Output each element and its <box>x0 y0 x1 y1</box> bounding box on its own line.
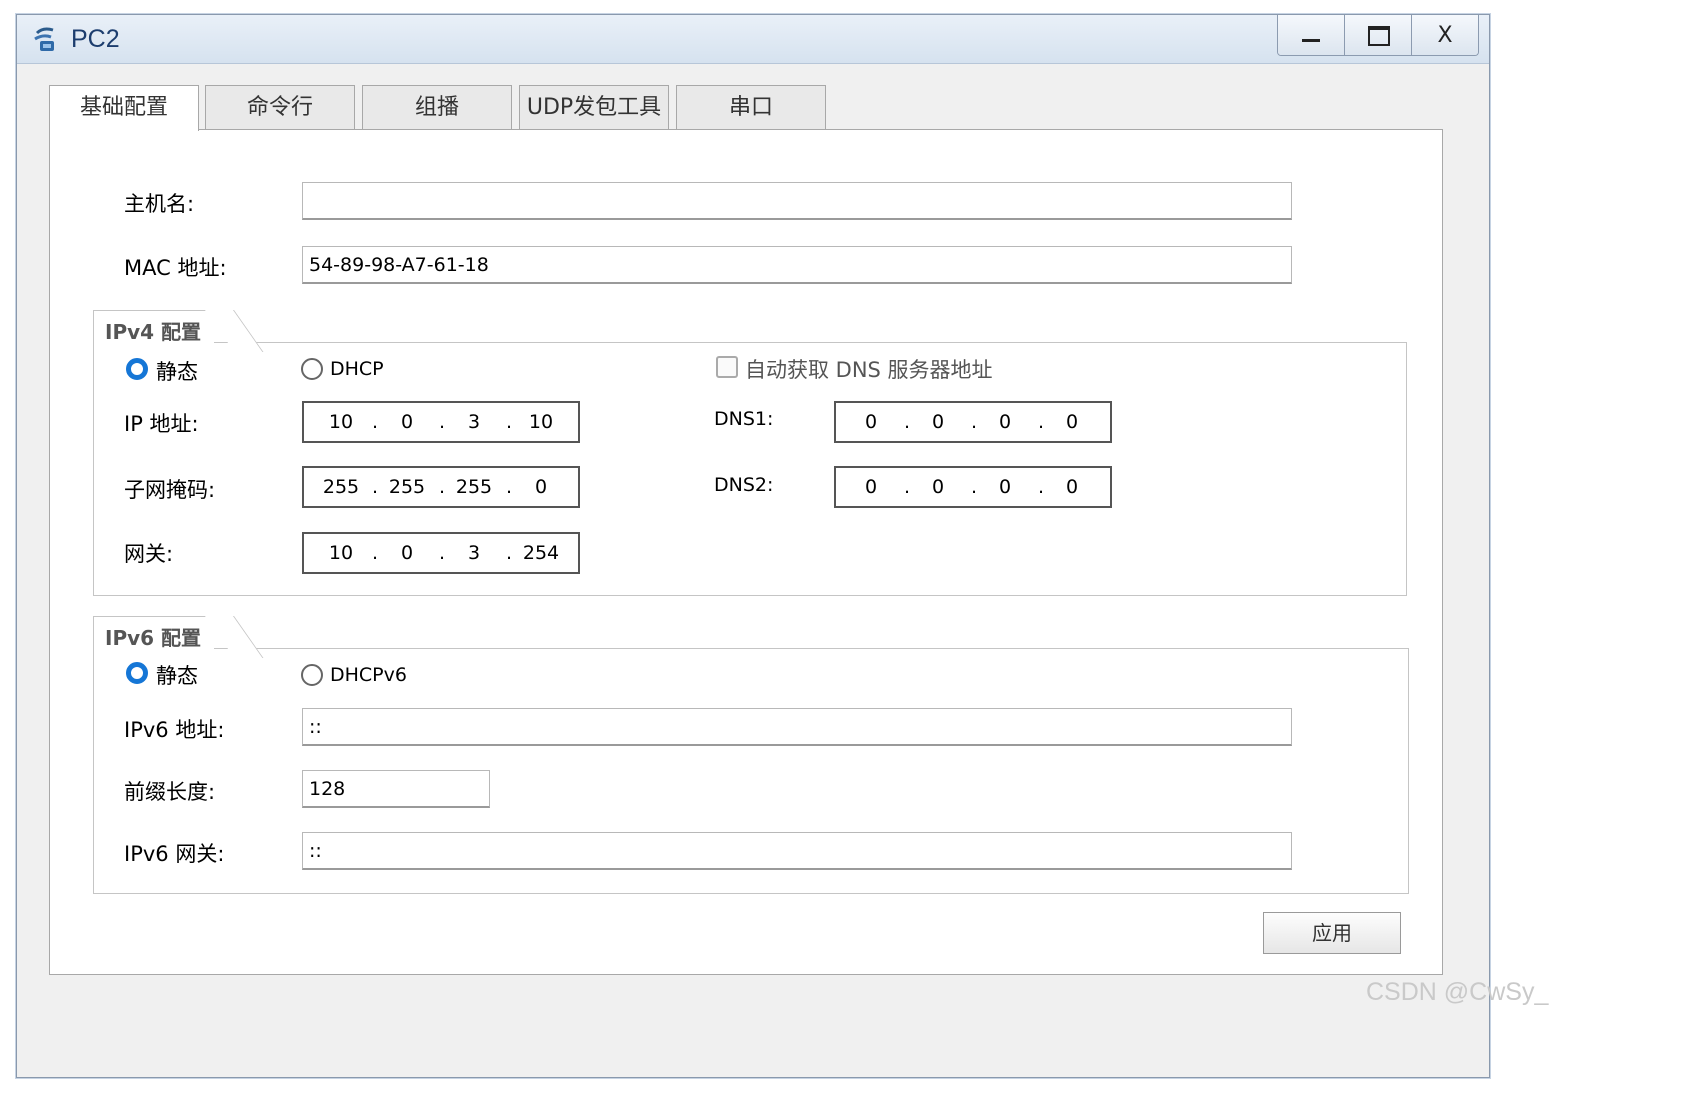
gateway-octet: 254 <box>522 542 560 564</box>
dns1-octet: 0 <box>998 411 1012 433</box>
mask-dot: . <box>438 476 446 498</box>
gateway-dot: . <box>438 542 446 564</box>
ip-dot: . <box>505 411 513 433</box>
hostname-input[interactable] <box>302 182 1292 220</box>
ipv6-address-label: IPv6 地址: <box>124 718 225 742</box>
close-icon: X <box>1437 23 1453 48</box>
ip-octet: 10 <box>328 411 354 433</box>
dns2-dot: . <box>1037 476 1045 498</box>
ipv6-gateway-label: IPv6 网关: <box>124 842 225 866</box>
gateway-octet: 10 <box>328 542 354 564</box>
mac-label: MAC 地址: <box>124 256 227 280</box>
ipv6-static-label: 静态 <box>156 664 198 688</box>
gateway-octet: 0 <box>400 542 414 564</box>
tab-multicast[interactable]: 组播 <box>362 85 512 129</box>
dns1-label: DNS1: <box>714 408 774 430</box>
mask-dot: . <box>371 476 379 498</box>
dns2-octet: 0 <box>931 476 945 498</box>
dns2-octet: 0 <box>864 476 878 498</box>
dns2-label: DNS2: <box>714 474 774 496</box>
mask-octet: 255 <box>455 476 493 498</box>
auto-dns-label: 自动获取 DNS 服务器地址 <box>745 358 993 382</box>
dns1-dot: . <box>970 411 978 433</box>
minimize-button[interactable] <box>1278 15 1344 55</box>
ipv4-dhcp-radio[interactable] <box>301 358 323 380</box>
gateway-dot: . <box>505 542 513 564</box>
ipv4-static-label: 静态 <box>156 360 198 384</box>
dns1-field[interactable]: 0 . 0 . 0 . 0 <box>834 401 1112 443</box>
pc-app-icon <box>34 27 54 51</box>
mask-dot: . <box>505 476 513 498</box>
dns2-dot: . <box>970 476 978 498</box>
tab-basic-config[interactable]: 基础配置 <box>49 85 199 131</box>
ip-octet: 3 <box>467 411 481 433</box>
dns2-octet: 0 <box>998 476 1012 498</box>
ip-octet: 10 <box>528 411 554 433</box>
window-controls: X <box>1277 15 1479 56</box>
tab-serial[interactable]: 串口 <box>676 85 826 129</box>
ipv6-dhcp-radio[interactable] <box>301 664 323 686</box>
ip-address-label: IP 地址: <box>124 412 199 436</box>
ipv6-static-radio[interactable] <box>126 662 148 684</box>
dns1-dot: . <box>1037 411 1045 433</box>
mask-octet: 255 <box>388 476 426 498</box>
hostname-label: 主机名: <box>124 192 195 216</box>
ipv6-dhcp-label: DHCPv6 <box>330 664 407 686</box>
tab-command-line[interactable]: 命令行 <box>205 85 355 129</box>
prefix-length-field[interactable]: 128 <box>302 770 490 808</box>
dns1-octet: 0 <box>864 411 878 433</box>
ip-address-field[interactable]: 10 . 0 . 3 . 10 <box>302 401 580 443</box>
subnet-mask-label: 子网掩码: <box>124 478 216 502</box>
gateway-field[interactable]: 10 . 0 . 3 . 254 <box>302 532 580 574</box>
watermark: CSDN @CwSy_ <box>1366 978 1549 1006</box>
gateway-dot: . <box>371 542 379 564</box>
ipv4-static-radio[interactable] <box>126 358 148 380</box>
dns1-octet: 0 <box>931 411 945 433</box>
gateway-label: 网关: <box>124 542 174 566</box>
gateway-octet: 3 <box>467 542 481 564</box>
ip-octet: 0 <box>400 411 414 433</box>
dns1-dot: . <box>903 411 911 433</box>
tab-udp-tool[interactable]: UDP发包工具 <box>519 85 669 129</box>
dns1-octet: 0 <box>1065 411 1079 433</box>
ipv6-group-title: IPv6 配置 <box>97 622 212 651</box>
ipv6-address-field[interactable]: :: <box>302 708 1292 746</box>
basic-config-panel: 主机名: MAC 地址: 54-89-98-A7-61-18 IPv4 配置 静… <box>49 129 1443 975</box>
ip-dot: . <box>438 411 446 433</box>
maximize-button[interactable] <box>1344 15 1411 55</box>
prefix-length-label: 前缀长度: <box>124 780 216 804</box>
dns2-dot: . <box>903 476 911 498</box>
dns2-octet: 0 <box>1065 476 1079 498</box>
auto-dns-checkbox[interactable] <box>716 356 738 378</box>
dns2-field[interactable]: 0 . 0 . 0 . 0 <box>834 466 1112 508</box>
mask-octet: 0 <box>534 476 548 498</box>
ip-dot: . <box>371 411 379 433</box>
pc2-window: PC2 X 基础配置 命令行 组播 UDP发包工具 串口 主机名: MAC 地址… <box>16 14 1490 1078</box>
ipv4-group-title: IPv4 配置 <box>97 316 212 345</box>
ipv6-gateway-field[interactable]: :: <box>302 832 1292 870</box>
ipv4-dhcp-label: DHCP <box>330 358 384 380</box>
mac-address-field[interactable]: 54-89-98-A7-61-18 <box>302 246 1292 284</box>
window-title: PC2 <box>71 25 120 53</box>
mask-octet: 255 <box>322 476 360 498</box>
subnet-mask-field[interactable]: 255 . 255 . 255 . 0 <box>302 466 580 508</box>
close-button[interactable]: X <box>1411 15 1478 55</box>
apply-button[interactable]: 应用 <box>1263 912 1401 954</box>
title-bar[interactable]: PC2 X <box>17 15 1489 64</box>
